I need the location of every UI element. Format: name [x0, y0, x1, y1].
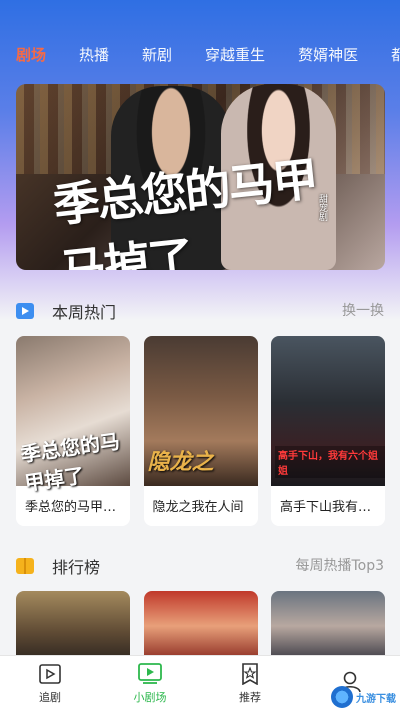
poster-image: 隐龙之 [143, 336, 258, 486]
ranking-list [16, 591, 385, 661]
poster-image: 季总您的马甲掉了 [16, 336, 130, 495]
list-item[interactable] [143, 591, 258, 661]
list-item[interactable] [16, 591, 130, 661]
tv-play-icon [138, 662, 162, 685]
tab-rebirth[interactable]: 穿越重生 [205, 44, 265, 65]
hero-banner[interactable]: 季总您的马甲 马掉了 甜宠剧 [16, 84, 385, 270]
list-item[interactable]: 隐龙之 隐龙之我在人间 [143, 336, 258, 526]
nav-label: 追剧 [39, 690, 61, 704]
nav-follow[interactable]: 追剧 [10, 663, 90, 705]
watermark-text: 九游下载 [356, 693, 396, 705]
category-tabs: 剧场 热播 新剧 穿越重生 赘婿神医 都 [0, 40, 400, 68]
ranking-header: 排行榜 [16, 554, 100, 578]
watermark: 九游下载 [331, 686, 396, 708]
star-badge-icon [238, 662, 262, 685]
tab-son-in-law[interactable]: 赘婿神医 [298, 44, 358, 65]
play-box-icon [38, 663, 62, 685]
ranking-more-link[interactable]: 每周热播Top3 [295, 555, 384, 575]
list-item[interactable]: 季总您的马甲掉了 季总您的马甲掉了 [16, 336, 130, 526]
nav-label: 小剧场 [133, 690, 167, 704]
list-item[interactable]: 高手下山，我有六个姐姐 高手下山我有六个姐姐 [271, 336, 385, 526]
nav-recommend[interactable]: 推荐 [210, 662, 290, 705]
poster-title-art: 隐龙之 [147, 449, 214, 475]
play-square-icon [16, 303, 34, 319]
tab-hot[interactable]: 热播 [79, 44, 109, 65]
tab-theater[interactable]: 剧场 [16, 44, 46, 65]
ranking-title: 排行榜 [52, 558, 101, 577]
poster-image: 高手下山，我有六个姐姐 [271, 336, 385, 486]
card-title: 隐龙之我在人间 [152, 500, 244, 515]
tab-city[interactable]: 都 [391, 44, 400, 65]
list-item[interactable] [271, 591, 385, 661]
tab-new[interactable]: 新剧 [142, 44, 172, 65]
refresh-button[interactable]: 换一换 [342, 300, 384, 320]
poster-title-art: 季总您的马甲掉了 [19, 428, 122, 496]
card-title: 高手下山我有六个姐姐 [280, 500, 385, 515]
weekly-hot-header: 本周热门 [16, 299, 116, 323]
watermark-logo-icon [331, 686, 353, 708]
poster-title-art: 高手下山，我有六个姐姐 [275, 446, 385, 478]
weekly-hot-list: 季总您的马甲掉了 季总您的马甲掉了 隐龙之 隐龙之我在人间 高手下山，我有六个姐… [16, 336, 385, 526]
banner-genre-tag: 甜宠剧 [317, 194, 327, 221]
book-icon [16, 558, 34, 574]
nav-label: 推荐 [239, 690, 261, 704]
nav-mini-theater[interactable]: 小剧场 [110, 662, 190, 705]
weekly-hot-title: 本周热门 [52, 303, 117, 322]
